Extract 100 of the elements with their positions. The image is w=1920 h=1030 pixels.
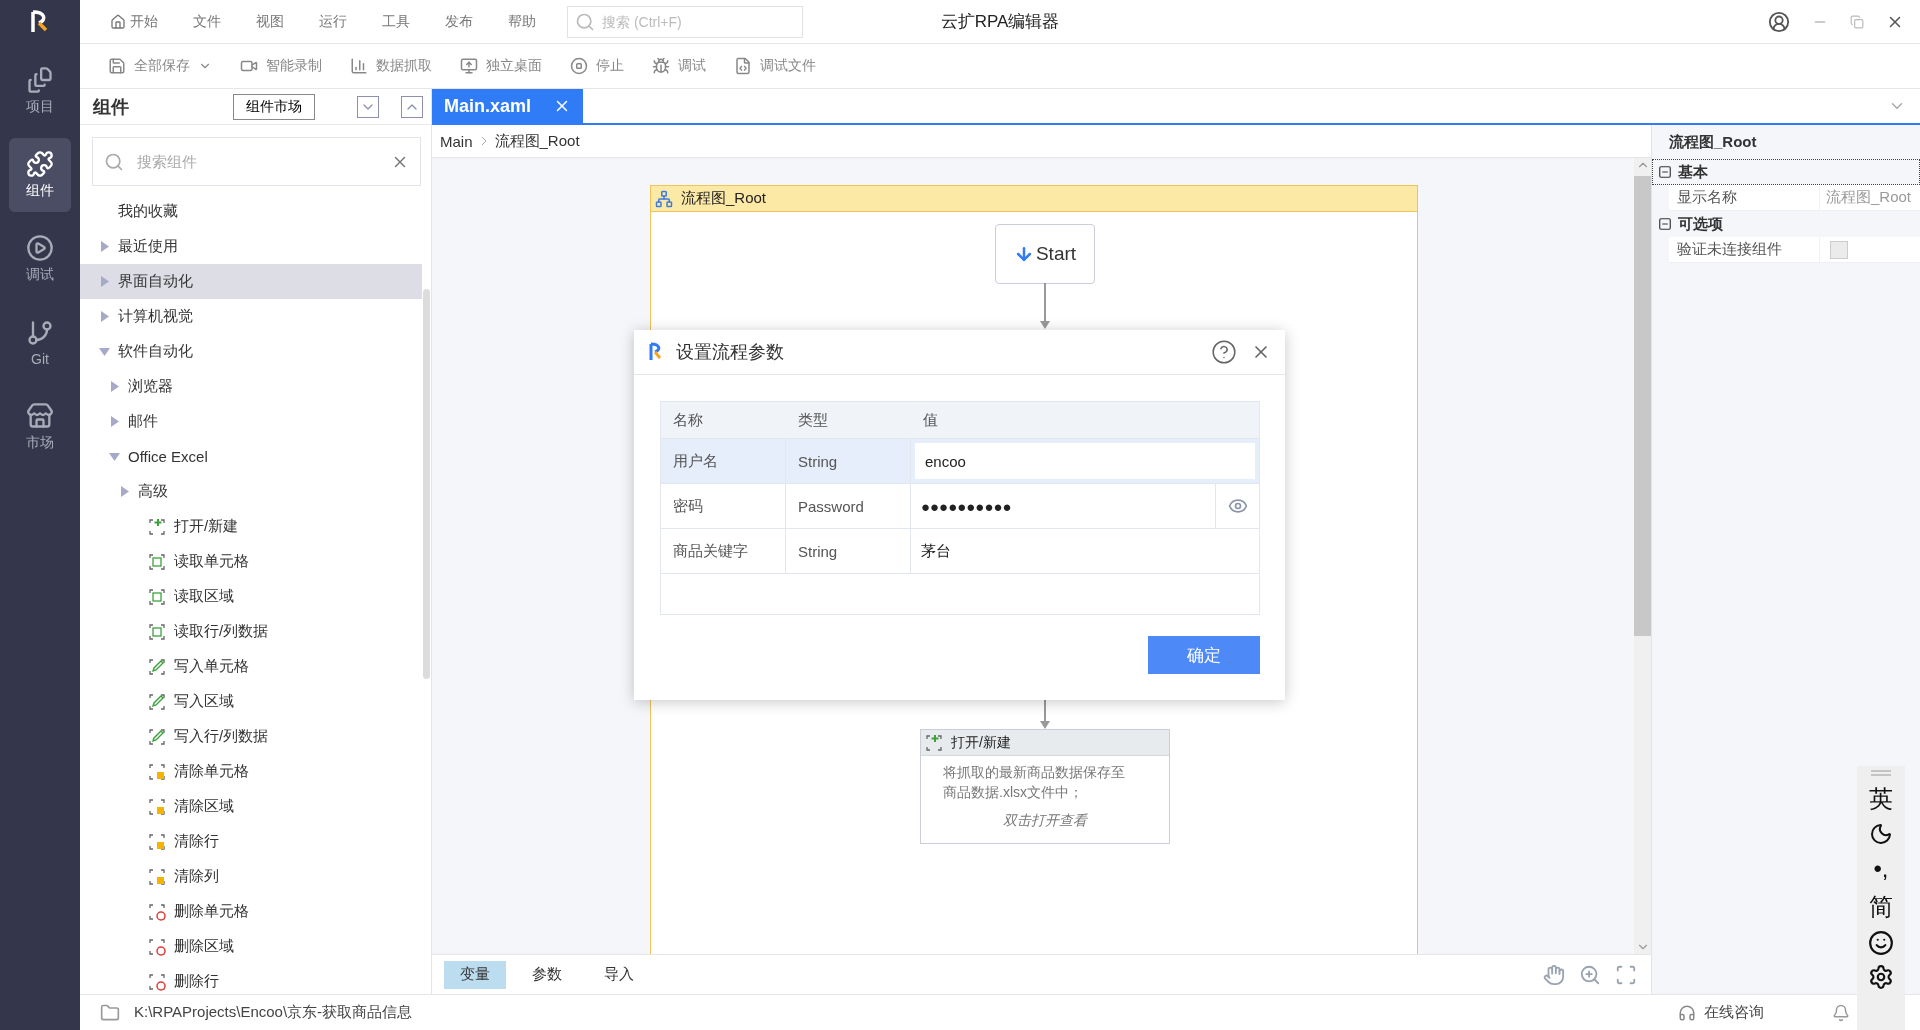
tree-item[interactable]: 清除行 bbox=[80, 824, 422, 859]
tree-item[interactable]: 浏览器 bbox=[80, 369, 422, 404]
collapsed-arrow-icon[interactable] bbox=[98, 311, 110, 322]
scrollbar-thumb[interactable] bbox=[423, 289, 430, 679]
delete-cell-icon bbox=[148, 902, 166, 921]
market-button[interactable]: 组件市场 bbox=[233, 93, 315, 120]
ime-mode[interactable]: 简 bbox=[1869, 892, 1893, 922]
collapse-icon[interactable] bbox=[1658, 217, 1672, 231]
tree-item[interactable]: 清除区域 bbox=[80, 789, 422, 824]
sidebar-item[interactable]: 组件 bbox=[9, 138, 71, 212]
tree-item[interactable]: 计算机视觉 bbox=[80, 299, 422, 334]
menu-item[interactable]: 帮助 bbox=[490, 12, 553, 31]
expand-all-button[interactable] bbox=[357, 95, 379, 118]
toolbar-button[interactable]: 独立桌面 bbox=[446, 57, 556, 75]
toolbar-button[interactable]: 数据抓取 bbox=[336, 57, 446, 75]
collapse-icon[interactable] bbox=[1658, 165, 1672, 179]
tree-item[interactable]: 软件自动化 bbox=[80, 334, 422, 369]
property-section[interactable]: 可选项 bbox=[1652, 211, 1920, 237]
user-icon[interactable] bbox=[1768, 10, 1790, 33]
menu-item[interactable]: 开始 bbox=[92, 12, 175, 31]
collapsed-arrow-icon[interactable] bbox=[98, 241, 110, 252]
file-tab[interactable]: Main.xaml bbox=[432, 89, 584, 123]
toolbar-button[interactable]: 智能录制 bbox=[226, 57, 336, 75]
settings-icon[interactable] bbox=[1868, 964, 1894, 990]
app-logo-icon bbox=[648, 342, 662, 362]
search-field[interactable]: 搜索 (Ctrl+F) bbox=[567, 5, 803, 38]
tree-item[interactable]: 打开/新建 bbox=[80, 509, 422, 544]
panel-tab[interactable]: 导入 bbox=[588, 960, 650, 989]
drag-handle-icon[interactable] bbox=[1871, 770, 1891, 776]
tree-item[interactable]: 高级 bbox=[80, 474, 422, 509]
fit-screen-icon[interactable] bbox=[1615, 963, 1637, 986]
tree-item[interactable]: 清除列 bbox=[80, 859, 422, 894]
menu-item[interactable]: 运行 bbox=[301, 12, 364, 31]
menu-item[interactable]: 文件 bbox=[175, 12, 238, 31]
smile-icon[interactable] bbox=[1868, 930, 1894, 956]
zoom-in-icon[interactable] bbox=[1579, 963, 1601, 986]
sidebar-item[interactable]: 市场 bbox=[9, 390, 71, 464]
ime-mode[interactable]: •, bbox=[1873, 854, 1889, 884]
tree-item[interactable]: 写入行/列数据 bbox=[80, 719, 422, 754]
ime-mode[interactable]: 英 bbox=[1869, 784, 1893, 814]
table-cell: 用户名 bbox=[661, 439, 786, 483]
read-cell-icon bbox=[148, 622, 166, 641]
expanded-arrow-icon[interactable] bbox=[108, 451, 120, 462]
parameter-row[interactable]: 商品关键字 String 茅台 bbox=[661, 529, 1259, 574]
collapsed-arrow-icon[interactable] bbox=[108, 381, 120, 392]
hand-icon[interactable] bbox=[1543, 963, 1565, 986]
collapsed-arrow-icon[interactable] bbox=[108, 416, 120, 427]
folder-icon bbox=[100, 1002, 120, 1023]
tree-item[interactable]: 写入区域 bbox=[80, 684, 422, 719]
sidebar-item[interactable]: 项目 bbox=[9, 54, 71, 128]
start-node[interactable]: Start bbox=[995, 224, 1095, 284]
search-field[interactable]: 搜索组件 bbox=[92, 137, 421, 186]
tree-item[interactable]: 最近使用 bbox=[80, 229, 422, 264]
collapsed-arrow-icon[interactable] bbox=[118, 486, 130, 497]
toolbar-button[interactable]: 调试 bbox=[638, 57, 720, 75]
support-link[interactable]: 在线咨询 bbox=[1704, 1003, 1764, 1022]
tree-item[interactable]: 删除行 bbox=[80, 964, 422, 994]
tree-item[interactable]: 读取区域 bbox=[80, 579, 422, 614]
tree-item[interactable]: 读取单元格 bbox=[80, 544, 422, 579]
parameter-row[interactable]: 密码 Password ●●●●●●●●●● bbox=[661, 484, 1259, 529]
breadcrumb-item[interactable]: 流程图_Root bbox=[494, 131, 580, 151]
home-icon bbox=[110, 13, 126, 30]
restore-icon[interactable] bbox=[1850, 14, 1864, 29]
menu-item[interactable]: 视图 bbox=[238, 12, 301, 31]
pencil-icon bbox=[148, 692, 166, 711]
scrollbar-thumb[interactable] bbox=[1634, 176, 1651, 636]
activity-card[interactable]: 打开/新建 将抓取的最新商品数据保存至商品数据.xlsx文件中； 双击打开查看 bbox=[920, 729, 1170, 844]
value-field[interactable]: encoo bbox=[915, 443, 1255, 479]
tree-item[interactable]: 我的收藏 bbox=[80, 194, 422, 229]
eraser-icon bbox=[148, 797, 166, 816]
property-label: 验证未连接组件 bbox=[1676, 239, 1783, 259]
tree-item[interactable]: 读取行/列数据 bbox=[80, 614, 422, 649]
collapsed-arrow-icon[interactable] bbox=[98, 276, 110, 287]
checkbox[interactable] bbox=[1830, 240, 1848, 259]
tree-item[interactable]: 删除区域 bbox=[80, 929, 422, 964]
toolbar-button[interactable]: 调试文件 bbox=[720, 57, 830, 75]
moon-icon[interactable] bbox=[1869, 822, 1893, 846]
sidebar-item[interactable]: 调试 bbox=[9, 222, 71, 296]
tree-item[interactable]: 清除单元格 bbox=[80, 754, 422, 789]
parameter-row[interactable]: 用户名 String encoo bbox=[661, 439, 1259, 484]
tree-item[interactable]: Office Excel bbox=[80, 439, 422, 474]
sidebar-item[interactable]: Git bbox=[9, 306, 71, 380]
tree-item[interactable]: 邮件 bbox=[80, 404, 422, 439]
menu-item[interactable]: 发布 bbox=[427, 12, 490, 31]
help-icon[interactable] bbox=[1211, 339, 1237, 365]
tree-item[interactable]: 删除单元格 bbox=[80, 894, 422, 929]
tree-item[interactable]: 界面自动化 bbox=[80, 264, 422, 299]
toolbar-button[interactable]: 停止 bbox=[556, 57, 638, 75]
panel-tab[interactable]: 参数 bbox=[516, 960, 578, 989]
menu-item[interactable]: 工具 bbox=[364, 12, 427, 31]
tree-item[interactable]: 写入单元格 bbox=[80, 649, 422, 684]
bell-icon[interactable] bbox=[1832, 1003, 1850, 1022]
search-icon bbox=[575, 11, 595, 32]
collapse-all-button[interactable] bbox=[401, 95, 423, 118]
add-sheet-icon bbox=[925, 733, 943, 752]
breadcrumb-item[interactable]: Main bbox=[440, 132, 473, 150]
expanded-arrow-icon[interactable] bbox=[98, 346, 110, 357]
project-path: K:\RPAProjects\Encoo\京东-获取商品信息 bbox=[134, 1003, 413, 1022]
toolbar-button[interactable]: 全部保存 bbox=[94, 57, 226, 75]
panel-tab[interactable]: 变量 bbox=[444, 960, 506, 989]
